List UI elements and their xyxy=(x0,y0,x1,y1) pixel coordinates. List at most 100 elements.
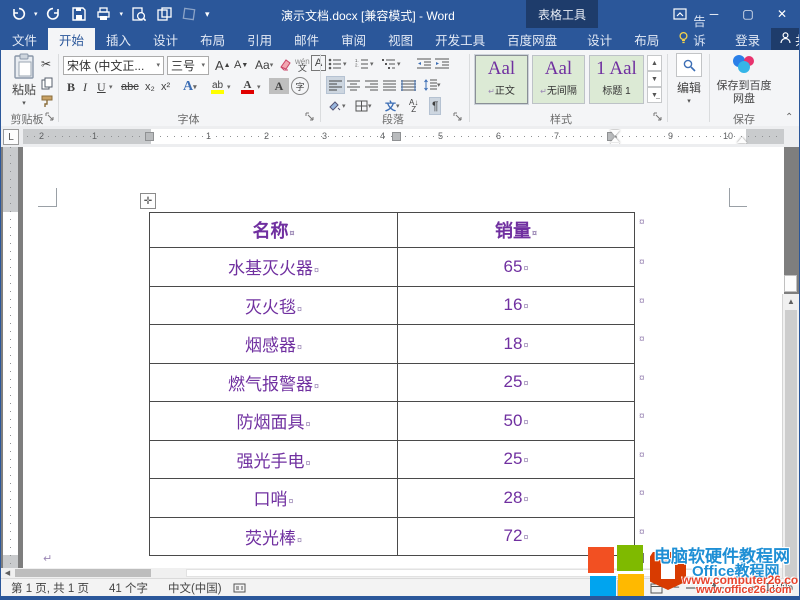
bullet-dropdown-icon[interactable]: ▾ xyxy=(341,55,349,73)
tab-insert[interactable]: 插入 xyxy=(95,28,142,50)
justify-icon[interactable] xyxy=(381,76,398,94)
styles-scroll-up-icon[interactable]: ▲ xyxy=(647,55,662,71)
distribute-icon[interactable] xyxy=(399,76,418,94)
redo-icon[interactable] xyxy=(45,5,63,23)
zoom-slider-thumb[interactable] xyxy=(712,583,716,593)
ruler-toggle-button[interactable] xyxy=(784,275,797,292)
clipboard-dialog-launcher-icon[interactable] xyxy=(45,112,55,122)
table-cell[interactable]: 72¤ xyxy=(398,517,635,556)
highlight-dropdown-icon[interactable]: ▾ xyxy=(225,78,233,96)
maximize-icon[interactable]: ▢ xyxy=(731,0,765,28)
editing-button[interactable]: 编辑 ▾ xyxy=(672,53,706,105)
first-line-indent-marker[interactable] xyxy=(610,130,620,136)
clear-formatting-icon[interactable] xyxy=(277,56,294,74)
character-border-button[interactable]: A xyxy=(311,55,326,71)
table-cell[interactable]: 燃气报警器¤ xyxy=(150,363,398,402)
scroll-up-icon[interactable]: ▲ xyxy=(783,294,799,308)
paragraph-dialog-launcher-icon[interactable] xyxy=(453,112,463,122)
print-layout-icon[interactable] xyxy=(617,580,639,596)
table-cell[interactable]: 烟感器¤ xyxy=(150,325,398,364)
font-color-button[interactable]: A xyxy=(239,78,256,96)
table-cell[interactable]: 荧光棒¤ xyxy=(150,517,398,556)
align-right-icon[interactable] xyxy=(363,76,380,94)
tell-me-box[interactable]: 告诉我... xyxy=(670,28,724,50)
share-button[interactable]: 共享 xyxy=(771,28,800,50)
table-cell[interactable]: 强光手电¤ xyxy=(150,440,398,479)
tab-mailings[interactable]: 邮件 xyxy=(283,28,330,50)
table-cell[interactable]: 25¤ xyxy=(398,363,635,402)
styles-more-icon[interactable]: ▼̲ xyxy=(647,87,662,103)
quick-print-icon[interactable] xyxy=(95,5,113,23)
enclose-characters-button[interactable]: 字 xyxy=(291,77,309,95)
style-heading1[interactable]: 1 Aal 标题 1 xyxy=(589,55,644,104)
tab-view[interactable]: 视图 xyxy=(377,28,424,50)
underline-button[interactable]: U xyxy=(95,78,108,96)
vertical-scrollbar[interactable]: ▲ ▼ xyxy=(782,294,799,600)
ribbon-display-options-icon[interactable] xyxy=(663,0,697,28)
new-window-icon[interactable] xyxy=(155,5,173,23)
style-normal[interactable]: Aal ↵正文 xyxy=(475,55,528,104)
tab-baidu-pan[interactable]: 百度网盘 xyxy=(496,28,568,50)
bold-button[interactable]: B xyxy=(65,78,77,96)
right-indent-marker[interactable] xyxy=(737,137,747,143)
table-move-handle[interactable]: ✛ xyxy=(140,193,156,209)
font-dialog-launcher-icon[interactable] xyxy=(305,112,315,122)
table-cell[interactable]: 灭火毯¤ xyxy=(150,286,398,325)
decrease-indent-icon[interactable] xyxy=(415,55,433,73)
zoom-out-icon[interactable]: − xyxy=(673,582,680,594)
undo-icon[interactable] xyxy=(9,5,27,23)
tab-review[interactable]: 审阅 xyxy=(330,28,377,50)
styles-scroll-down-icon[interactable]: ▼ xyxy=(647,71,662,87)
zoom-slider[interactable] xyxy=(686,587,746,589)
italic-button[interactable]: I xyxy=(81,78,89,96)
touch-mode-icon[interactable] xyxy=(180,5,198,23)
table-resize-handle[interactable] xyxy=(634,553,644,563)
copy-icon[interactable] xyxy=(39,74,55,92)
styles-dialog-launcher-icon[interactable] xyxy=(653,112,663,122)
align-left-icon[interactable] xyxy=(326,76,345,94)
table-header-cell[interactable]: 名称¤ xyxy=(150,213,398,248)
word-count[interactable]: 41 个字 xyxy=(99,580,158,596)
sign-in-button[interactable]: 登录 xyxy=(724,28,771,50)
table-cell[interactable]: 25¤ xyxy=(398,440,635,479)
underline-dropdown-icon[interactable]: ▾ xyxy=(107,78,115,96)
table-cell[interactable]: 水基灭火器¤ xyxy=(150,248,398,287)
phonetic-guide-button[interactable]: wén文 xyxy=(293,56,312,74)
cut-icon[interactable]: ✂ xyxy=(39,55,53,73)
align-center-icon[interactable] xyxy=(345,76,362,94)
tab-stop-selector[interactable]: L xyxy=(3,129,19,145)
multilevel-dropdown-icon[interactable]: ▾ xyxy=(395,55,403,73)
scroll-left-icon[interactable]: ◀ xyxy=(1,568,14,578)
table-cell[interactable]: 65¤ xyxy=(398,248,635,287)
table-column-marker[interactable] xyxy=(392,132,401,141)
font-color-dropdown-icon[interactable]: ▾ xyxy=(255,78,263,96)
read-mode-icon[interactable] xyxy=(589,580,611,596)
strikethrough-button[interactable]: abc xyxy=(119,78,141,96)
horizontal-scrollbar[interactable]: ◀ xyxy=(1,568,782,578)
language-indicator[interactable]: 中文(中国) xyxy=(158,580,232,596)
table-column-marker[interactable] xyxy=(145,132,154,141)
text-effects-button[interactable]: A▾ xyxy=(181,78,199,96)
table-cell[interactable]: 16¤ xyxy=(398,286,635,325)
table-cell[interactable]: 18¤ xyxy=(398,325,635,364)
save-icon[interactable] xyxy=(70,5,88,23)
increase-indent-icon[interactable] xyxy=(433,55,451,73)
vertical-scroll-thumb[interactable] xyxy=(785,310,797,600)
font-name-combo[interactable]: 宋体 (中文正...▾ xyxy=(63,56,164,75)
vertical-ruler[interactable] xyxy=(3,147,18,568)
page-indicator[interactable]: 第 1 页, 共 1 页 xyxy=(1,580,99,596)
collapse-ribbon-icon[interactable]: ⌃ xyxy=(783,108,795,126)
shrink-font-button[interactable]: A▼ xyxy=(232,56,250,74)
superscript-button[interactable]: x² xyxy=(159,78,172,96)
close-icon[interactable]: ✕ xyxy=(765,0,799,28)
tab-layout[interactable]: 布局 xyxy=(189,28,236,50)
web-layout-icon[interactable] xyxy=(645,580,667,596)
format-painter-icon[interactable] xyxy=(39,92,56,110)
undo-dropdown-icon[interactable]: ▾ xyxy=(34,11,38,18)
tab-table-design[interactable]: 设计 xyxy=(576,28,623,50)
zoom-level[interactable]: 110% xyxy=(764,582,793,594)
tab-developer[interactable]: 开发工具 xyxy=(424,28,496,50)
horizontal-ruler[interactable]: 2 1 1 2 3 4 5 6 7 8 9 10 xyxy=(23,129,784,144)
table-header-cell[interactable]: 销量¤ xyxy=(398,213,635,248)
grow-font-button[interactable]: A▲ xyxy=(213,56,233,74)
